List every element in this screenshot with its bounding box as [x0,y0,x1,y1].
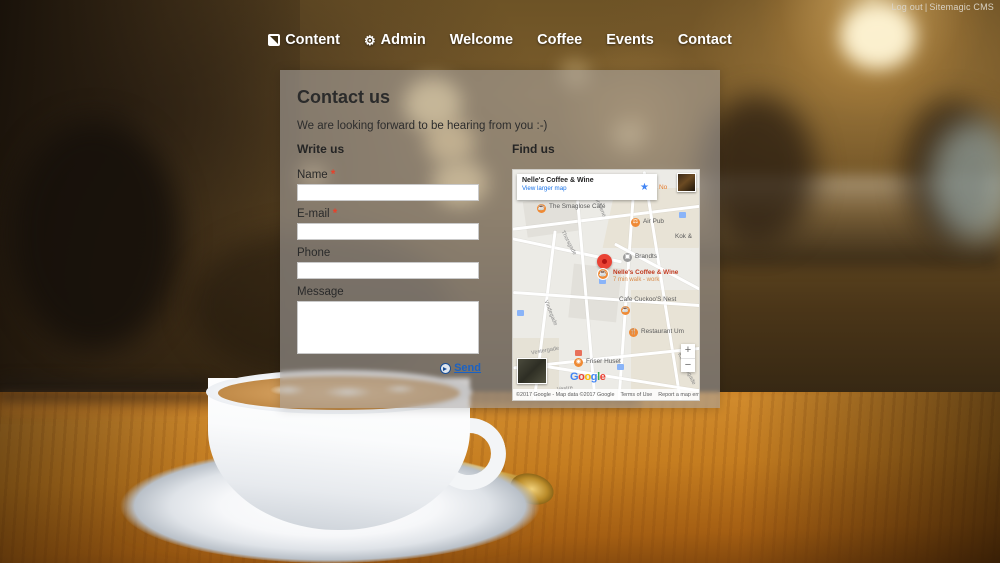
find-us-heading: Find us [511,142,555,156]
account-bar-separator: | [924,2,928,12]
nav-label: Content [285,32,340,48]
map-place-label: Cafe Cuckoo'S Nest [618,296,677,303]
main-navigation: Content ⚙ Admin Welcome Coffee Events Co… [0,32,1000,48]
blurred-figure [10,120,180,350]
name-label: Name * [297,169,496,181]
map-poi-marker [516,310,524,316]
send-row: Send [297,362,481,374]
find-us-column: Find us Nelle's Coffee & Wine View large… [511,142,707,401]
page-title: Contact us [297,87,391,107]
zoom-out-button[interactable]: − [680,358,695,372]
map-poi-marker [678,212,686,218]
gear-icon: ⚙ [363,32,376,48]
contact-panel: Contact us We are looking forward to be … [280,70,720,408]
google-logo: Google [570,371,606,383]
name-label-text: Name [297,169,328,181]
send-circle-icon [440,362,452,374]
zoom-in-button[interactable]: + [681,344,695,358]
map-info-card[interactable]: Nelle's Coffee & Wine View larger map ★ [516,174,657,200]
map-attribution-bar: ©2017 Google - Map data ©2017 Google Ter… [512,389,699,400]
marker-title: Nelle's Coffee & Wine [612,269,679,276]
star-icon[interactable]: ★ [640,182,649,193]
map-card-title: Nelle's Coffee & Wine [521,177,594,184]
restaurant-icon[interactable]: 🍴 [628,328,638,337]
marker-subtitle: 7 min walk - work [612,277,660,283]
map-poi-marker [616,364,624,370]
account-bar: Log out | Sitemagic CMS [891,2,994,12]
map-type-thumbnail[interactable] [516,358,547,384]
map-place-label: Brandts [634,253,658,260]
terms-of-use-link[interactable]: Terms of Use [620,392,652,398]
cafe-icon[interactable]: ☕ [620,306,630,315]
message-label: Message [297,286,344,298]
edit-square-icon [268,34,281,46]
nav-label: Admin [380,32,426,48]
street-view-thumbnail[interactable] [676,173,696,192]
museum-icon[interactable]: ▣ [622,253,632,262]
google-logo-letter: e [599,371,606,383]
panel-columns: Write us Name * E-mail * Phone Message S… [297,142,707,401]
write-us-heading: Write us [297,142,345,156]
nav-item-content[interactable]: Content [256,32,352,48]
required-marker: * [330,169,336,181]
required-marker: * [332,208,338,220]
sitemagic-cms-link[interactable]: Sitemagic CMS [929,2,994,12]
nav-item-admin[interactable]: ⚙ Admin [352,32,438,48]
google-map[interactable]: Nelle's Coffee & Wine View larger map ★ … [511,169,700,401]
zoom-controls: + − [680,344,695,372]
name-input[interactable] [297,184,479,201]
intro-text: We are looking forward to be hearing fro… [297,120,548,132]
phone-label-text: Phone [297,247,331,259]
map-copyright: ©2017 Google - Map data ©2017 Google [515,391,615,398]
write-us-column: Write us Name * E-mail * Phone Message S… [297,142,496,401]
message-textarea[interactable] [297,301,479,354]
email-input[interactable] [297,223,479,240]
coffee-marker-icon[interactable]: ☕ [596,268,609,280]
view-larger-map-link[interactable]: View larger map [522,185,652,192]
shop-icon[interactable]: ◉ [573,358,583,367]
phone-label: Phone [297,247,496,259]
nav-item-events[interactable]: Events [594,32,666,48]
map-poi-marker [574,350,582,356]
bar-icon[interactable]: ⚖ [630,218,640,227]
phone-input[interactable] [297,262,479,279]
map-side-note: No [658,184,668,191]
map-place-label: Air Pub [642,218,664,225]
map-place-label: Friser Huset [585,358,621,365]
nav-item-contact[interactable]: Contact [666,32,744,48]
map-place-label: Kok & [674,233,693,240]
email-label-text: E-mail [297,208,330,220]
cafe-icon[interactable]: ☕ [536,204,546,213]
nav-item-welcome[interactable]: Welcome [438,32,525,48]
email-label: E-mail * [297,208,496,220]
map-place-label: Restaurant Um [640,328,684,335]
google-logo-letter: G [569,371,579,383]
nav-item-coffee[interactable]: Coffee [525,32,594,48]
send-button[interactable]: Send [454,362,481,374]
map-building [522,194,582,238]
logout-link[interactable]: Log out [891,2,922,12]
report-map-error-link[interactable]: Report a map error [658,392,699,398]
